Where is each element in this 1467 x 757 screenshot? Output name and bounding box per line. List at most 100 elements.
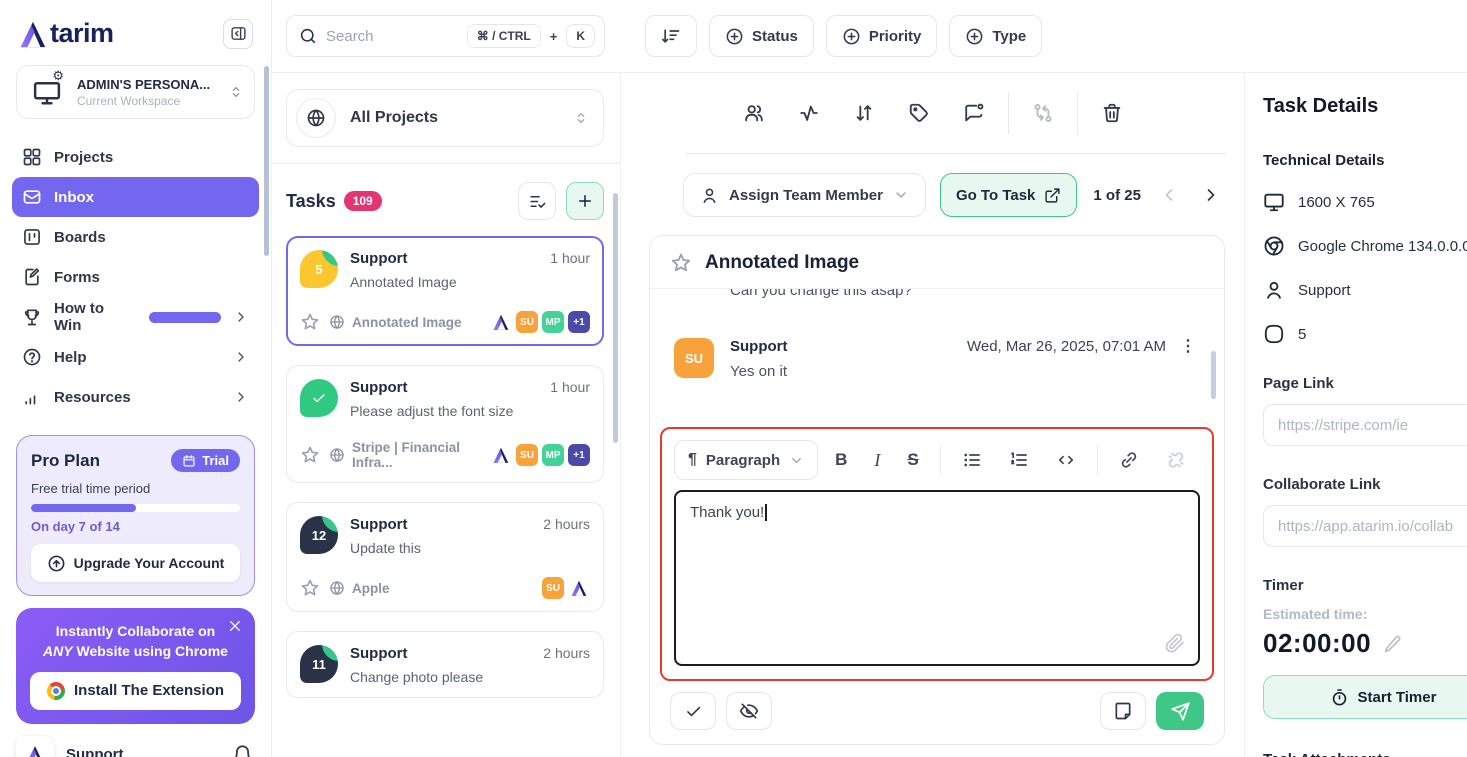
task-list-scrollbar[interactable] xyxy=(613,193,618,443)
workspace-icon: ⚙ xyxy=(27,75,67,109)
atarim-avatar[interactable] xyxy=(16,736,54,757)
text-cursor xyxy=(765,504,767,521)
code-button[interactable] xyxy=(1046,444,1086,476)
atarim-logo-text: tarim xyxy=(50,18,114,49)
sidebar-item-help[interactable]: Help xyxy=(12,337,259,377)
task-card[interactable]: 11 Support Change photo please 2 hours xyxy=(286,631,604,698)
trial-days-label: On day 7 of 14 xyxy=(31,519,240,534)
project-filter-select[interactable]: All Projects xyxy=(286,89,604,147)
send-button[interactable] xyxy=(1156,692,1204,730)
next-task-button[interactable] xyxy=(1197,181,1225,209)
task-time: 2 hours xyxy=(543,645,590,661)
type-filter-button[interactable]: Type xyxy=(949,15,1042,57)
bold-button[interactable]: B xyxy=(825,444,857,476)
priority-filter-label: Priority xyxy=(869,28,922,45)
sidebar-footer: Support xyxy=(0,724,271,757)
assign-team-member-dropdown[interactable]: Assign Team Member xyxy=(683,173,926,217)
body: All Projects Tasks 109 xyxy=(272,73,1467,757)
project-filter-label: All Projects xyxy=(350,109,438,127)
avatar: SU xyxy=(516,444,538,466)
tag-icon xyxy=(908,102,930,124)
go-to-task-button[interactable]: Go To Task xyxy=(940,173,1077,217)
arrow-up-circle-icon xyxy=(47,554,66,573)
delete-task-button[interactable] xyxy=(1091,94,1133,132)
task-site-label: Annotated Image xyxy=(352,315,462,330)
task-card[interactable]: Support Please adjust the font size 1 ho… xyxy=(286,365,604,483)
internal-note-button[interactable] xyxy=(1100,692,1146,730)
strikethrough-button[interactable]: S xyxy=(897,444,928,476)
divider xyxy=(1008,92,1009,134)
plus-circle-icon xyxy=(725,27,744,46)
sort-button[interactable] xyxy=(645,15,697,57)
collapse-sidebar-button[interactable] xyxy=(223,19,253,49)
ordered-list-button[interactable] xyxy=(999,444,1039,476)
previous-task-button[interactable] xyxy=(1155,181,1183,209)
page-link-input[interactable] xyxy=(1263,404,1467,446)
search-input[interactable] xyxy=(326,28,458,45)
link-icon xyxy=(1119,450,1139,470)
monitor-icon xyxy=(1263,191,1285,213)
hide-from-client-button[interactable] xyxy=(726,692,772,730)
task-cards: 5 Support Annotated Image 1 hour xyxy=(272,236,620,698)
reply-textarea[interactable]: Thank you! xyxy=(674,490,1200,666)
star-icon[interactable] xyxy=(300,578,320,598)
task-view: Assign Team Member Go To Task 1 of 25 An… xyxy=(621,73,1245,757)
divider xyxy=(1097,445,1098,475)
unfold-icon xyxy=(573,110,589,126)
unlink-button[interactable] xyxy=(1156,444,1196,476)
start-timer-button[interactable]: Start Timer xyxy=(1263,675,1467,719)
task-card[interactable]: 12 Support Update this 2 hours xyxy=(286,502,604,612)
task-card[interactable]: 5 Support Annotated Image 1 hour xyxy=(286,236,604,346)
compare-button[interactable] xyxy=(1022,94,1064,132)
bullet-list-button[interactable] xyxy=(952,444,992,476)
upgrade-account-button[interactable]: Upgrade Your Account xyxy=(31,544,240,582)
paperclip-icon[interactable] xyxy=(1164,632,1186,654)
sidebar-item-how-to-win[interactable]: How to Win xyxy=(12,297,259,337)
star-icon[interactable] xyxy=(300,445,320,465)
browser-value: Google Chrome 134.0.0.0 xyxy=(1298,238,1467,255)
sidebar-item-forms[interactable]: Forms xyxy=(12,257,259,297)
install-extension-button[interactable]: Install The Extension xyxy=(30,672,241,710)
globe-icon xyxy=(329,580,345,596)
star-icon[interactable] xyxy=(300,312,320,332)
resolve-button[interactable] xyxy=(670,692,716,730)
sidebar-item-resources[interactable]: Resources xyxy=(12,377,259,417)
support-label[interactable]: Support xyxy=(66,746,124,757)
link-button[interactable] xyxy=(1109,444,1149,476)
task-description: Update this xyxy=(350,540,421,556)
workspace-selector[interactable]: ⚙ ADMIN'S PERSONA... Current Workspace xyxy=(16,65,255,119)
bell-icon[interactable] xyxy=(232,744,253,757)
pencil-icon[interactable] xyxy=(1383,634,1403,654)
sidebar-scrollbar[interactable] xyxy=(264,66,269,256)
activity-button[interactable] xyxy=(788,94,830,132)
tag-button[interactable] xyxy=(898,94,940,132)
priority-filter-button[interactable]: Priority xyxy=(826,15,938,57)
globe-icon xyxy=(329,447,345,463)
task-sort-button[interactable] xyxy=(518,182,556,220)
block-type-dropdown[interactable]: ¶ Paragraph xyxy=(674,440,818,480)
atarim-avatar-icon xyxy=(490,311,512,333)
counter-row: 5 xyxy=(1263,323,1467,345)
atarim-avatar-icon xyxy=(490,444,512,466)
priority-sort-button[interactable] xyxy=(843,94,885,132)
task-count-badge: 5 xyxy=(300,250,338,288)
sidebar-item-projects[interactable]: Projects xyxy=(12,137,259,177)
star-icon[interactable] xyxy=(670,252,692,274)
collaborate-link-input[interactable] xyxy=(1263,505,1467,547)
assign-users-button[interactable] xyxy=(733,94,775,132)
close-icon[interactable] xyxy=(227,618,243,634)
task-actions-toolbar xyxy=(621,73,1244,153)
chat-thread[interactable]: Can you change this asap? SU Support Wed… xyxy=(650,289,1224,421)
sidebar-item-inbox[interactable]: Inbox xyxy=(12,177,259,217)
sidebar-item-boards[interactable]: Boards xyxy=(12,217,259,257)
italic-button[interactable]: I xyxy=(864,444,890,477)
status-filter-button[interactable]: Status xyxy=(709,15,814,57)
assign-row: Assign Team Member Go To Task 1 of 25 xyxy=(621,154,1244,235)
avatar-overflow: +1 xyxy=(568,311,590,333)
comment-status-button[interactable] xyxy=(953,94,995,132)
message-menu-button[interactable]: ⋮ xyxy=(1176,339,1200,355)
message-dot-icon xyxy=(963,102,985,124)
add-task-button[interactable] xyxy=(566,182,604,220)
sidebar-item-label: Forms xyxy=(54,269,100,286)
chat-scrollbar[interactable] xyxy=(1211,351,1216,399)
